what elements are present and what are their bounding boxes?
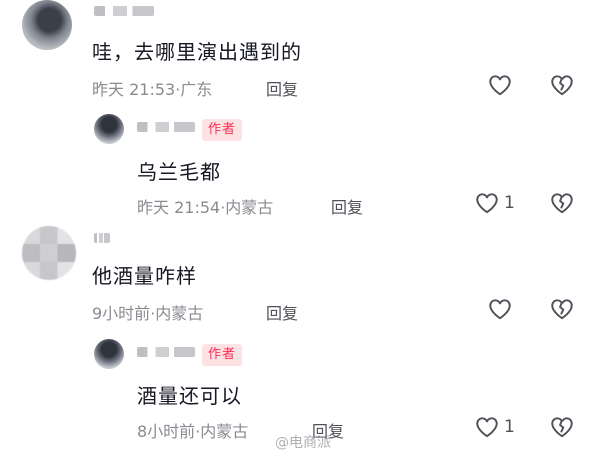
reply-button[interactable]: 回复	[266, 300, 298, 324]
comment-text: 酒量还可以	[137, 384, 242, 408]
heart-outline-icon[interactable]	[487, 296, 513, 322]
comment-meta: 昨天 21:54·内蒙古	[137, 194, 273, 218]
username-blurred[interactable]	[137, 347, 195, 357]
comment-time: 昨天 21:53	[92, 80, 176, 99]
author-badge: 作者	[202, 119, 243, 141]
watermark: @电商派	[275, 435, 331, 451]
comment-location: 内蒙古	[200, 422, 249, 441]
comment-meta: 8小时前·内蒙古	[137, 418, 248, 442]
avatar[interactable]	[94, 114, 124, 144]
broken-heart-icon[interactable]	[549, 296, 575, 322]
comment-text: 乌兰毛都	[137, 160, 221, 184]
comment-text: 他酒量咋样	[92, 264, 197, 288]
username-blurred[interactable]	[94, 6, 154, 16]
comment-text: 哇，去哪里演出遇到的	[92, 40, 302, 64]
author-badge: 作者	[202, 344, 243, 366]
broken-heart-icon[interactable]	[549, 72, 575, 98]
comment-location: 广东	[180, 80, 213, 99]
like-count: 1	[504, 193, 515, 213]
comment-location: 内蒙古	[225, 198, 274, 217]
comment-meta: 9小时前·内蒙古	[92, 300, 203, 324]
heart-outline-icon[interactable]	[474, 414, 500, 440]
comment-time: 9小时前	[92, 304, 151, 323]
comment-meta: 昨天 21:53·广东	[92, 76, 212, 100]
avatar[interactable]	[22, 226, 76, 280]
broken-heart-icon[interactable]	[549, 190, 575, 216]
reply-button[interactable]: 回复	[266, 76, 298, 100]
username-blurred[interactable]	[137, 122, 195, 132]
comment-time: 昨天 21:54	[137, 198, 221, 217]
heart-outline-icon[interactable]	[487, 72, 513, 98]
username-blurred[interactable]	[94, 233, 110, 243]
like-count: 1	[504, 417, 515, 437]
comment-location: 内蒙古	[155, 304, 204, 323]
comment-time: 8小时前	[137, 422, 196, 441]
avatar[interactable]	[94, 339, 124, 369]
avatar[interactable]	[22, 0, 72, 50]
heart-outline-icon[interactable]	[474, 190, 500, 216]
broken-heart-icon[interactable]	[549, 414, 575, 440]
reply-button[interactable]: 回复	[331, 194, 363, 218]
